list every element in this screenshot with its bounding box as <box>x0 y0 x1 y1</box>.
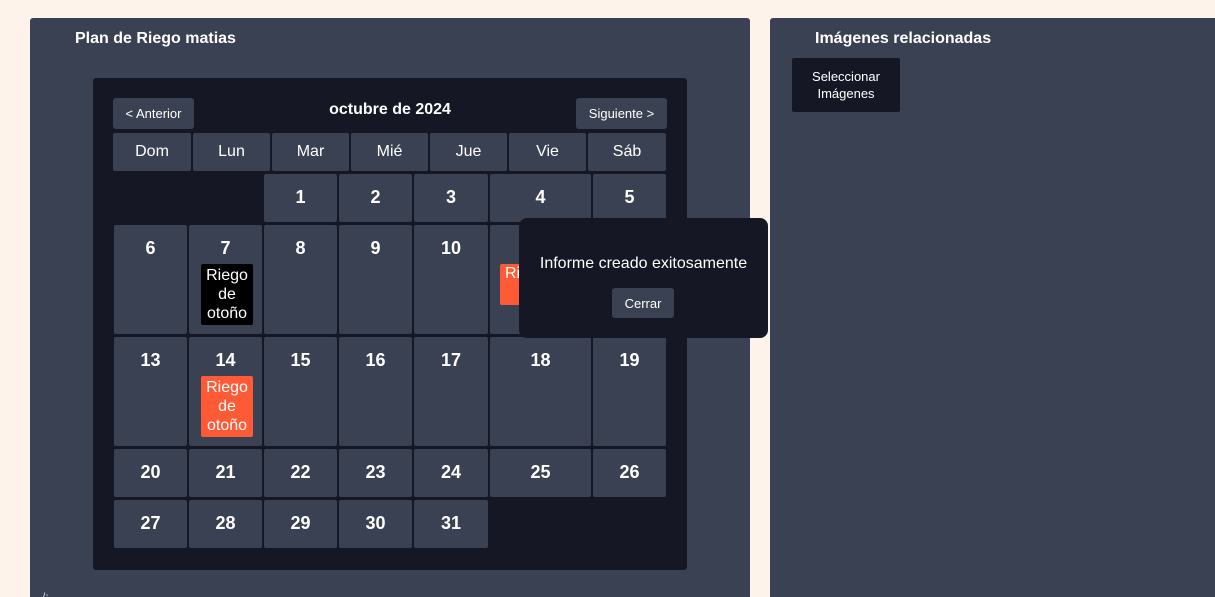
day-number: 17 <box>440 350 462 370</box>
toast-message: Informe creado exitosamente <box>539 255 748 272</box>
day-number: 20 <box>140 462 161 482</box>
day-cell-17[interactable]: 17 <box>414 337 488 446</box>
day-number: 1 <box>295 187 306 207</box>
day-number: 31 <box>440 513 462 533</box>
day-cell-8[interactable]: 8 <box>264 225 337 334</box>
day-number: 24 <box>440 462 462 482</box>
day-number: 2 <box>370 187 381 207</box>
day-number: 5 <box>624 187 635 207</box>
day-cell-16[interactable]: 16 <box>339 337 412 446</box>
images-title: Imágenes relacionadas <box>815 30 992 47</box>
next-month-button[interactable]: Siguiente > <box>576 98 667 129</box>
day-number: 7 <box>220 238 231 258</box>
day-number: 18 <box>530 350 551 370</box>
day-cell-29[interactable]: 29 <box>264 500 337 548</box>
day-cell-28[interactable]: 28 <box>189 500 262 548</box>
success-toast: Informe creado exitosamente Cerrar <box>519 218 768 338</box>
day-cell-23[interactable]: 23 <box>339 449 412 497</box>
day-cell-24[interactable]: 24 <box>414 449 488 497</box>
day-cell-14[interactable]: 14 Riego de otoño <box>189 337 262 446</box>
day-number: 26 <box>619 462 640 482</box>
day-cell-9[interactable]: 9 <box>339 225 412 334</box>
day-number: 21 <box>215 462 236 482</box>
weekday-header: Dom <box>113 133 191 171</box>
day-number: 13 <box>140 350 161 370</box>
day-cell-19[interactable]: 19 <box>593 337 666 446</box>
day-cell-30[interactable]: 30 <box>339 500 412 548</box>
day-number: 23 <box>365 462 386 482</box>
day-cell-26[interactable]: 26 <box>593 449 666 497</box>
day-cell-6[interactable]: 6 <box>114 225 187 334</box>
day-number: 28 <box>215 513 236 533</box>
day-cell-7[interactable]: 7 Riego de otoño <box>189 225 262 334</box>
day-number: 15 <box>290 350 311 370</box>
day-number: 14 <box>215 350 236 370</box>
event-riego-otono[interactable]: Riego de otoño <box>201 264 253 325</box>
day-number: 6 <box>145 238 156 258</box>
day-cell-20[interactable]: 20 <box>114 449 187 497</box>
day-number: 19 <box>619 350 640 370</box>
day-number: 10 <box>440 238 462 258</box>
day-cell-10[interactable]: 10 <box>414 225 488 334</box>
day-cell-3[interactable]: 3 <box>414 174 488 222</box>
event-riego-otono[interactable]: Riego de otoño <box>201 376 253 437</box>
weekday-header: Lun <box>193 133 270 171</box>
day-cell-15[interactable]: 15 <box>264 337 337 446</box>
day-number: 30 <box>365 513 386 533</box>
images-panel: Imágenes relacionadas Seleccionar Imágen… <box>770 18 1215 597</box>
day-cell-13[interactable]: 13 <box>114 337 187 446</box>
weekday-header: Jue <box>430 133 507 171</box>
day-cell-27[interactable]: 27 <box>114 500 187 548</box>
plan-title: Plan de Riego matias <box>75 30 236 47</box>
day-number: 4 <box>535 187 546 207</box>
day-cell-22[interactable]: 22 <box>264 449 337 497</box>
weekday-header: Mié <box>351 133 428 171</box>
day-cell-4[interactable]: 4 <box>490 174 591 222</box>
footer-fragment: /: <box>42 590 49 597</box>
day-cell-25[interactable]: 25 <box>490 449 591 497</box>
day-number: 3 <box>445 187 456 207</box>
day-cell-31[interactable]: 31 <box>414 500 488 548</box>
select-images-button[interactable]: Seleccionar Imágenes <box>792 58 900 112</box>
day-number: 8 <box>295 238 306 258</box>
day-number: 27 <box>140 513 161 533</box>
weekday-header: Sáb <box>588 133 666 171</box>
weekday-header: Mar <box>272 133 349 171</box>
day-number: 25 <box>530 462 551 482</box>
day-cell-18[interactable]: 18 <box>490 337 591 446</box>
weekday-header: Vie <box>509 133 586 171</box>
day-number: 22 <box>290 462 311 482</box>
day-cell-2[interactable]: 2 <box>339 174 412 222</box>
close-toast-button[interactable]: Cerrar <box>612 288 674 318</box>
day-cell-5[interactable]: 5 <box>593 174 666 222</box>
day-number: 16 <box>365 350 386 370</box>
day-cell-1[interactable]: 1 <box>264 174 337 222</box>
day-cell-21[interactable]: 21 <box>189 449 262 497</box>
day-number: 29 <box>290 513 311 533</box>
day-number: 9 <box>370 238 381 258</box>
